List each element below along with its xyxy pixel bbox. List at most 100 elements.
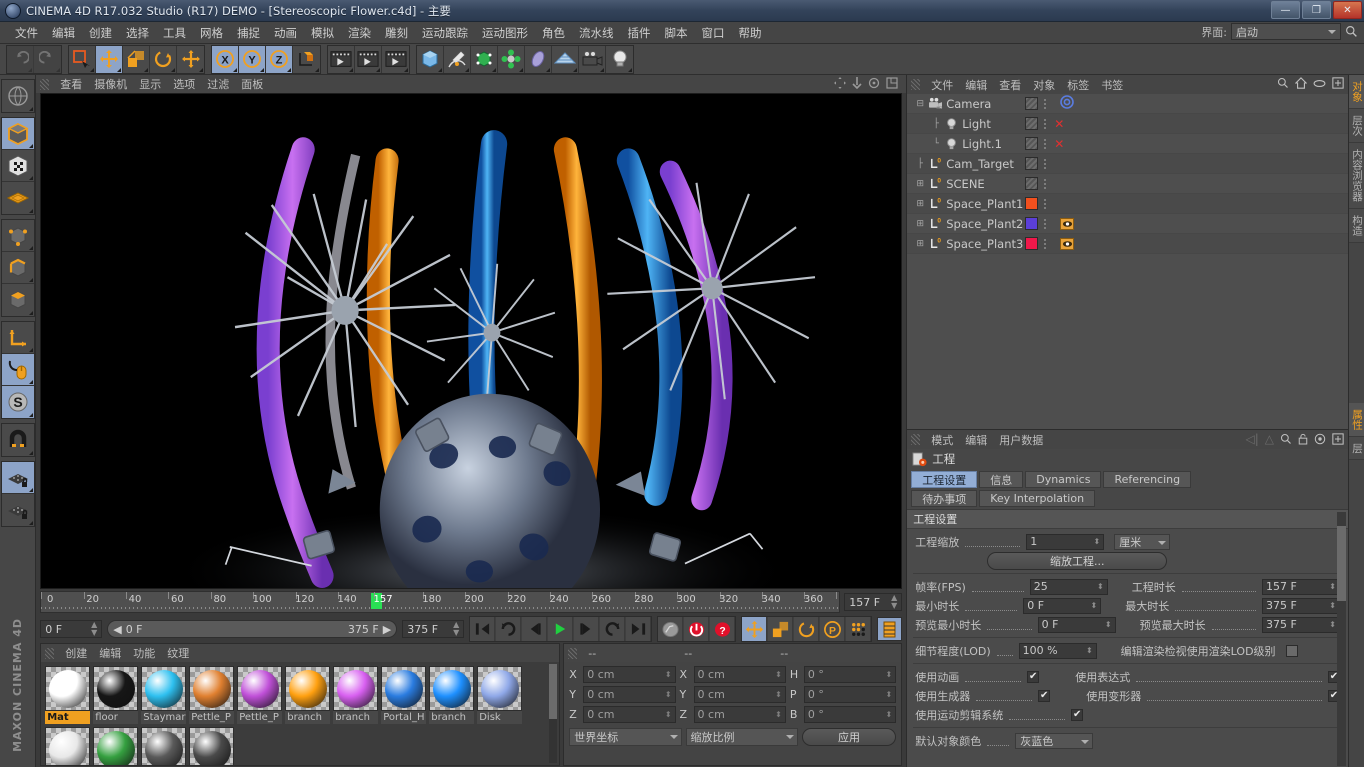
forward-icon[interactable]: △ [1265,432,1274,446]
object-menu-edit[interactable]: 编辑 [959,77,993,93]
menu-item-14[interactable]: 流水线 [572,23,621,43]
material-swatch[interactable] [189,727,235,765]
render-settings-button[interactable] [382,45,409,73]
cube-primitive-button[interactable] [417,45,444,73]
project-scale-field[interactable]: 1 ⬍ [1026,533,1105,550]
texture-mode-icon[interactable] [1,150,34,182]
position-y-field[interactable]: 0 cm ⬍ [583,686,676,703]
tree-expand-toggle[interactable]: ├ [913,159,927,169]
scale-tool-button[interactable] [123,45,150,73]
menu-item-0[interactable]: 文件 [8,23,45,43]
rotation-b-field[interactable]: 0 ° ⬍ [803,706,897,723]
right-tab-lower-0[interactable]: 属性 [1349,402,1364,437]
attr-menu-userdata[interactable]: 用户数据 [993,432,1049,448]
option-checkbox-left[interactable]: ✔ [1038,689,1051,702]
expand-icon[interactable] [1332,433,1344,445]
object-name[interactable]: Light [960,117,991,131]
material-menu-create[interactable]: 创建 [59,645,93,661]
field-value-right[interactable]: 375 F ⬍ [1262,616,1340,633]
redo-button[interactable] [34,45,61,73]
object-dots-icon[interactable] [1042,138,1047,149]
tree-expand-toggle[interactable]: ├ [929,119,943,129]
pan-view-icon[interactable] [834,77,847,89]
object-menu-file[interactable]: 文件 [925,77,959,93]
object-tree-row[interactable]: ⊞ 0 Space_Plant3 [907,234,1348,254]
menu-item-12[interactable]: 运动图形 [475,23,535,43]
record-active-objects-button[interactable] [658,617,684,641]
right-tab-2[interactable]: 内容浏览器 [1349,143,1364,209]
rotation-p-field[interactable]: 0 ° ⬍ [803,686,897,703]
object-color-chip[interactable] [1025,237,1039,250]
spinner-icon[interactable]: ▲ ▼ [891,594,897,610]
polygon-mode-icon[interactable] [1,284,34,316]
object-dots-icon[interactable] [1042,158,1047,169]
menu-item-13[interactable]: 角色 [535,23,572,43]
field-value-right[interactable]: 157 F ⬍ [1262,578,1340,595]
material-swatch[interactable]: branch [333,666,379,724]
scale-project-button[interactable]: 缩放工程... [987,551,1168,570]
panel-grip-icon[interactable] [568,647,578,659]
object-dots-icon[interactable] [1042,178,1047,189]
current-frame-field[interactable]: 157 F ▲ ▼ [844,593,903,611]
spline-pen-button[interactable] [444,45,471,73]
scale-key-button[interactable] [768,617,794,641]
size-z-field[interactable]: 0 cm ⬍ [693,706,786,723]
object-name[interactable]: Cam_Target [944,157,1014,171]
model-mode-icon[interactable] [1,118,34,150]
object-visibility-chip[interactable] [1025,157,1039,170]
subdivision-surface-button[interactable] [471,45,498,73]
ellipse-icon[interactable] [1313,79,1326,88]
object-name[interactable]: SCENE [944,177,984,191]
target-tag[interactable] [1060,95,1075,112]
object-color-chip[interactable] [1025,197,1039,210]
position-key-button[interactable] [742,617,768,641]
move-tool-button[interactable] [96,45,123,73]
edge-mode-icon[interactable] [1,252,34,284]
back-icon[interactable]: ◁| [1245,432,1258,446]
lock-workplane-icon[interactable] [1,462,34,494]
field-value-left[interactable]: 0 F ⬍ [1037,616,1116,633]
light-object-button[interactable] [606,45,633,73]
floor-object-button[interactable] [552,45,579,73]
lock-icon[interactable] [1298,433,1308,445]
y-axis-lock-button[interactable]: Y [239,45,266,73]
material-swatch[interactable]: Mat [45,666,91,724]
object-menu-object[interactable]: 对象 [1027,77,1061,93]
object-tree-row[interactable]: ├ Light ✕ [907,114,1348,134]
make-editable-icon[interactable] [1,80,34,112]
object-visibility-chip[interactable] [1025,117,1039,130]
point-level-animation-button[interactable] [846,617,872,641]
material-swatch[interactable]: Disk [477,666,523,724]
object-tree[interactable]: ⊟ 3D Camera ├ Light ✕ └ Light.1 ✕ ├ 0 Cam_Target ⊞ 0 S… [907,94,1348,429]
object-disabled-mark[interactable]: ✕ [1054,117,1064,131]
viewport-solo-icon[interactable] [1,354,34,386]
object-dots-icon[interactable] [1042,238,1047,249]
object-menu-view[interactable]: 查看 [993,77,1027,93]
x-axis-lock-button[interactable]: X [212,45,239,73]
attribute-tab-4[interactable]: 待办事项 [911,490,978,507]
axis-move-button[interactable] [177,45,204,73]
viewport-menu-filter[interactable]: 过滤 [201,76,235,92]
timeline-window-button[interactable] [877,617,903,641]
object-name[interactable]: Camera [944,97,991,111]
tree-expand-toggle[interactable]: ⊞ [913,199,927,209]
menu-item-11[interactable]: 运动跟踪 [415,23,475,43]
point-mode-icon[interactable] [1,220,34,252]
snap-s-icon[interactable]: S [1,386,34,418]
position-z-field[interactable]: 0 cm ⬍ [583,706,676,723]
bend-deformer-button[interactable] [525,45,552,73]
viewport-menu-display[interactable]: 显示 [133,76,167,92]
render-region-button[interactable] [355,45,382,73]
material-swatch[interactable]: Pettle_P [189,666,235,724]
go-to-start-button[interactable] [470,617,496,641]
menu-item-10[interactable]: 雕刻 [378,23,415,43]
viewport-3d[interactable] [40,93,903,589]
range-end-field[interactable]: 375 F ▲ ▼ [402,620,465,638]
spinner-icon[interactable]: ▲ ▼ [91,621,97,637]
menu-item-1[interactable]: 编辑 [45,23,82,43]
live-selection-button[interactable] [69,45,96,73]
z-axis-lock-button[interactable]: Z [266,45,293,73]
object-visibility-chip[interactable] [1025,177,1039,190]
menu-item-5[interactable]: 网格 [193,23,230,43]
panel-grip-icon[interactable] [911,79,921,90]
